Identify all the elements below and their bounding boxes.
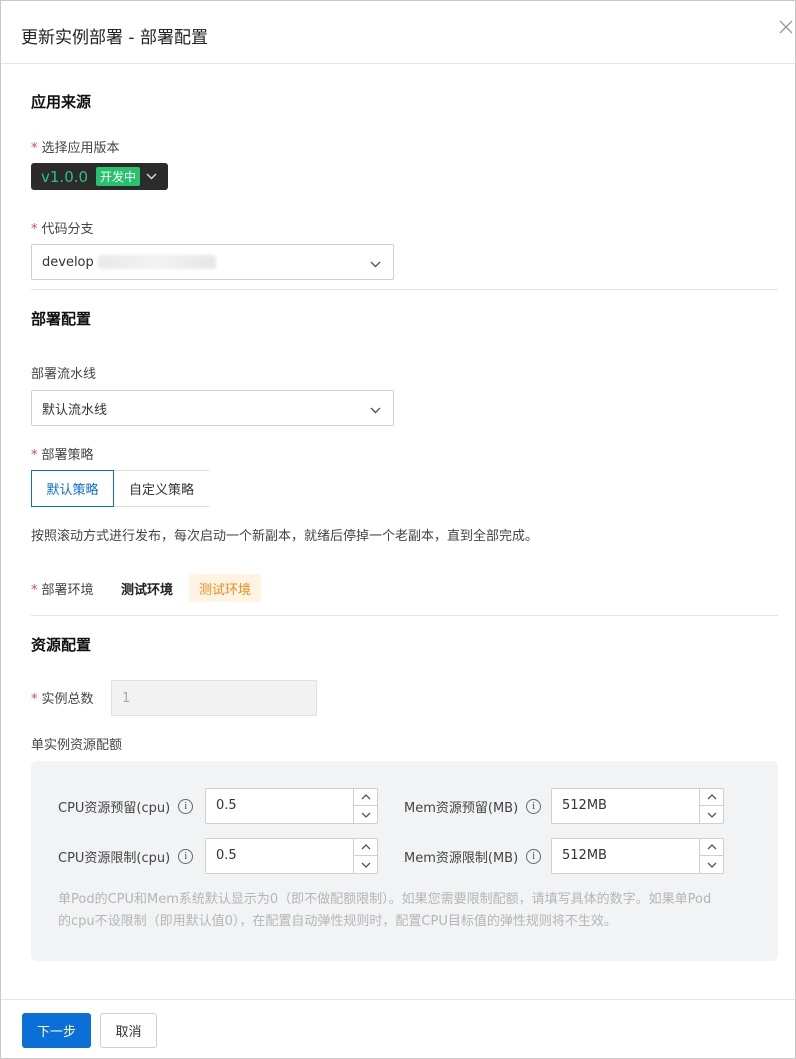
chevron-up-icon[interactable]	[354, 789, 377, 806]
footer-divider	[1, 999, 795, 1000]
cancel-button[interactable]: 取消	[100, 1013, 157, 1048]
instances-label: * 实例总数	[31, 692, 94, 707]
mem-limit-input[interactable]: 512MB	[551, 838, 724, 874]
required-mark: *	[31, 692, 38, 707]
env-label: * 部署环境	[31, 583, 94, 598]
chevron-down-icon[interactable]	[700, 856, 723, 873]
chevron-down-icon[interactable]	[354, 856, 377, 873]
cpu-limit-value: 0.5	[216, 848, 237, 863]
cpu-request-input[interactable]: 0.5	[205, 788, 378, 824]
mem-request-value: 512MB	[562, 798, 607, 813]
info-icon[interactable]: i	[178, 849, 194, 864]
required-mark: *	[31, 141, 38, 156]
deploy-config-dialog: 更新实例部署 - 部署配置 应用来源 * 选择应用版本 v1.0.0 开发中 * 代…	[0, 0, 796, 1059]
pipeline-select[interactable]: 默认流水线	[31, 390, 394, 426]
chevron-down-icon	[370, 257, 381, 272]
stepper	[699, 789, 723, 823]
stepper	[353, 789, 377, 823]
required-mark: *	[31, 448, 38, 463]
dialog-title: 更新实例部署 - 部署配置	[21, 28, 208, 48]
per-instance-label: 单实例资源配额	[31, 738, 123, 753]
chevron-down-icon	[370, 403, 381, 418]
section-title-resources: 资源配置	[31, 636, 92, 654]
next-button[interactable]: 下一步	[22, 1013, 91, 1048]
chevron-up-icon[interactable]	[700, 839, 723, 856]
strategy-description: 按照滚动方式进行发布，每次启动一个新副本，就绪后停掉一个老副本，直到全部完成。	[31, 529, 539, 544]
chevron-down-icon	[146, 173, 157, 180]
chevron-up-icon[interactable]	[700, 789, 723, 806]
info-icon[interactable]: i	[526, 799, 542, 814]
close-icon[interactable]	[779, 20, 796, 38]
stepper	[699, 839, 723, 873]
chevron-up-icon[interactable]	[354, 839, 377, 856]
strategy-option-default[interactable]: 默认策略	[31, 470, 114, 507]
version-label: * 选择应用版本	[31, 141, 120, 156]
section-title-deploy: 部署配置	[31, 310, 92, 328]
cpu-limit-label: CPU资源限制(cpu) i	[58, 847, 194, 866]
cpu-limit-input[interactable]: 0.5	[205, 838, 378, 874]
section-title-app-source: 应用来源	[31, 93, 92, 111]
strategy-label: * 部署策略	[31, 448, 94, 463]
version-status-badge: 开发中	[96, 167, 141, 186]
resource-hint: 单Pod的CPU和Mem系统默认显示为0（即不做配额限制）。如果您需要限制配额，…	[58, 889, 758, 933]
env-badge: 测试环境	[189, 574, 261, 602]
env-name: 测试环境	[121, 583, 174, 598]
mem-limit-value: 512MB	[562, 848, 607, 863]
info-icon[interactable]: i	[178, 799, 194, 814]
divider	[31, 289, 778, 290]
pipeline-value: 默认流水线	[42, 402, 108, 418]
branch-value: develop	[42, 254, 94, 270]
branch-blurred-suffix	[97, 255, 216, 269]
resource-hint-line: 单Pod的CPU和Mem系统默认显示为0（即不做配额限制）。如果您需要限制配额，…	[58, 892, 712, 907]
instances-input: 1	[111, 680, 317, 716]
cpu-request-value: 0.5	[216, 798, 237, 813]
info-icon[interactable]: i	[526, 849, 542, 864]
version-selector[interactable]: v1.0.0 开发中	[31, 163, 168, 190]
strategy-toggle: 默认策略 自定义策略	[31, 470, 209, 507]
version-value: v1.0.0	[41, 167, 89, 186]
stepper	[353, 839, 377, 873]
mem-request-input[interactable]: 512MB	[551, 788, 724, 824]
branch-label: * 代码分支	[31, 222, 94, 237]
strategy-option-custom[interactable]: 自定义策略	[114, 470, 209, 507]
chevron-down-icon[interactable]	[700, 806, 723, 823]
dialog-header: 更新实例部署 - 部署配置	[1, 1, 795, 64]
pipeline-label: 部署流水线	[31, 367, 97, 382]
mem-request-label: Mem资源预留(MB) i	[404, 797, 542, 816]
divider	[31, 615, 778, 616]
mem-limit-label: Mem资源限制(MB) i	[404, 847, 542, 866]
resource-hint-line: 的cpu不设限制（即用默认值0），在配置自动弹性规则时，配置CPU目标值的弹性规…	[58, 914, 617, 929]
chevron-down-icon[interactable]	[354, 806, 377, 823]
required-mark: *	[31, 222, 38, 237]
required-mark: *	[31, 583, 38, 598]
branch-select[interactable]: develop	[31, 244, 394, 280]
cpu-request-label: CPU资源预留(cpu) i	[58, 797, 194, 816]
